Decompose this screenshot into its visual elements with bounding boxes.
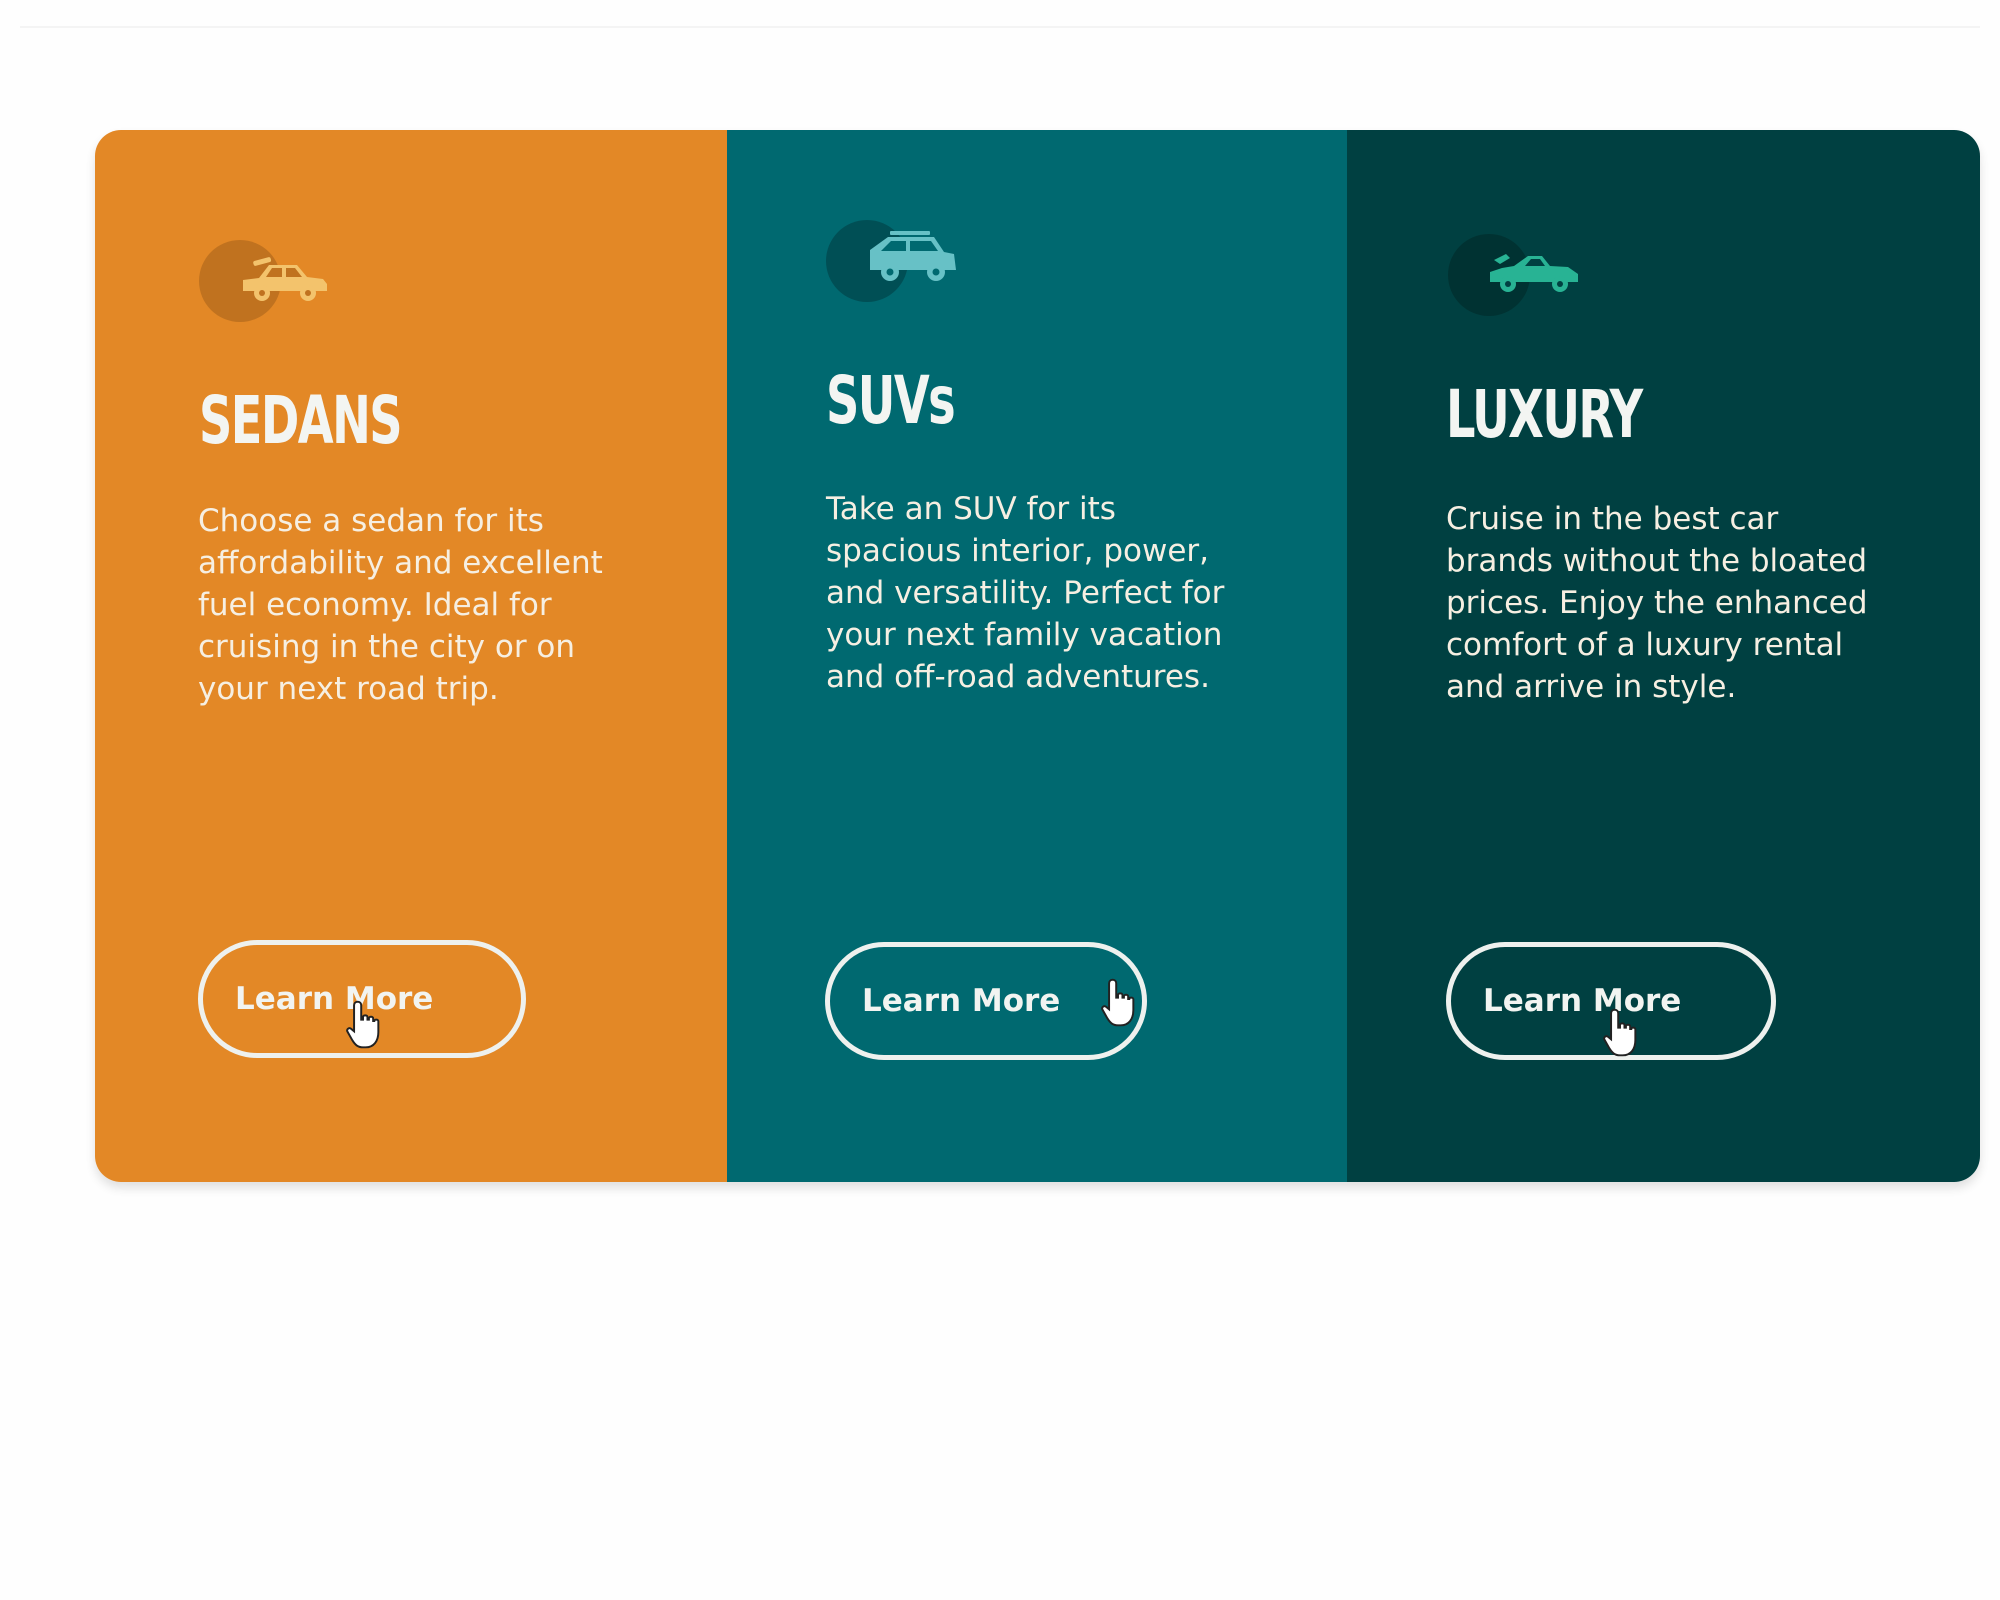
hand-pointer-cursor-icon <box>1101 978 1135 1027</box>
car-category-cards: SEDANS Choose a sedan for its affordabil… <box>95 130 1980 1182</box>
hand-pointer-cursor-icon <box>1603 1008 1637 1057</box>
card-title-luxury: LUXURY <box>1446 376 1643 453</box>
suv-car-icon <box>826 216 976 316</box>
luxury-car-icon <box>1448 230 1598 330</box>
top-divider <box>20 26 1980 28</box>
card-sedans: SEDANS Choose a sedan for its affordabil… <box>95 130 727 1182</box>
hand-pointer-cursor-icon <box>346 1000 380 1049</box>
card-suvs: SUVs Take an SUV for its spacious interi… <box>727 130 1347 1182</box>
card-description-luxury: Cruise in the best car brands without th… <box>1446 501 1868 705</box>
card-luxury: LUXURY Cruise in the best car brands wit… <box>1347 130 1980 1182</box>
learn-more-button-suvs[interactable]: Learn More <box>825 942 1147 1060</box>
card-title-suvs: SUVs <box>826 362 956 439</box>
card-title-sedans: SEDANS <box>199 382 403 459</box>
card-description-sedans: Choose a sedan for its affordability and… <box>198 503 603 707</box>
card-description-suvs: Take an SUV for its spacious interior, p… <box>826 491 1225 695</box>
sedan-car-icon <box>199 236 349 336</box>
